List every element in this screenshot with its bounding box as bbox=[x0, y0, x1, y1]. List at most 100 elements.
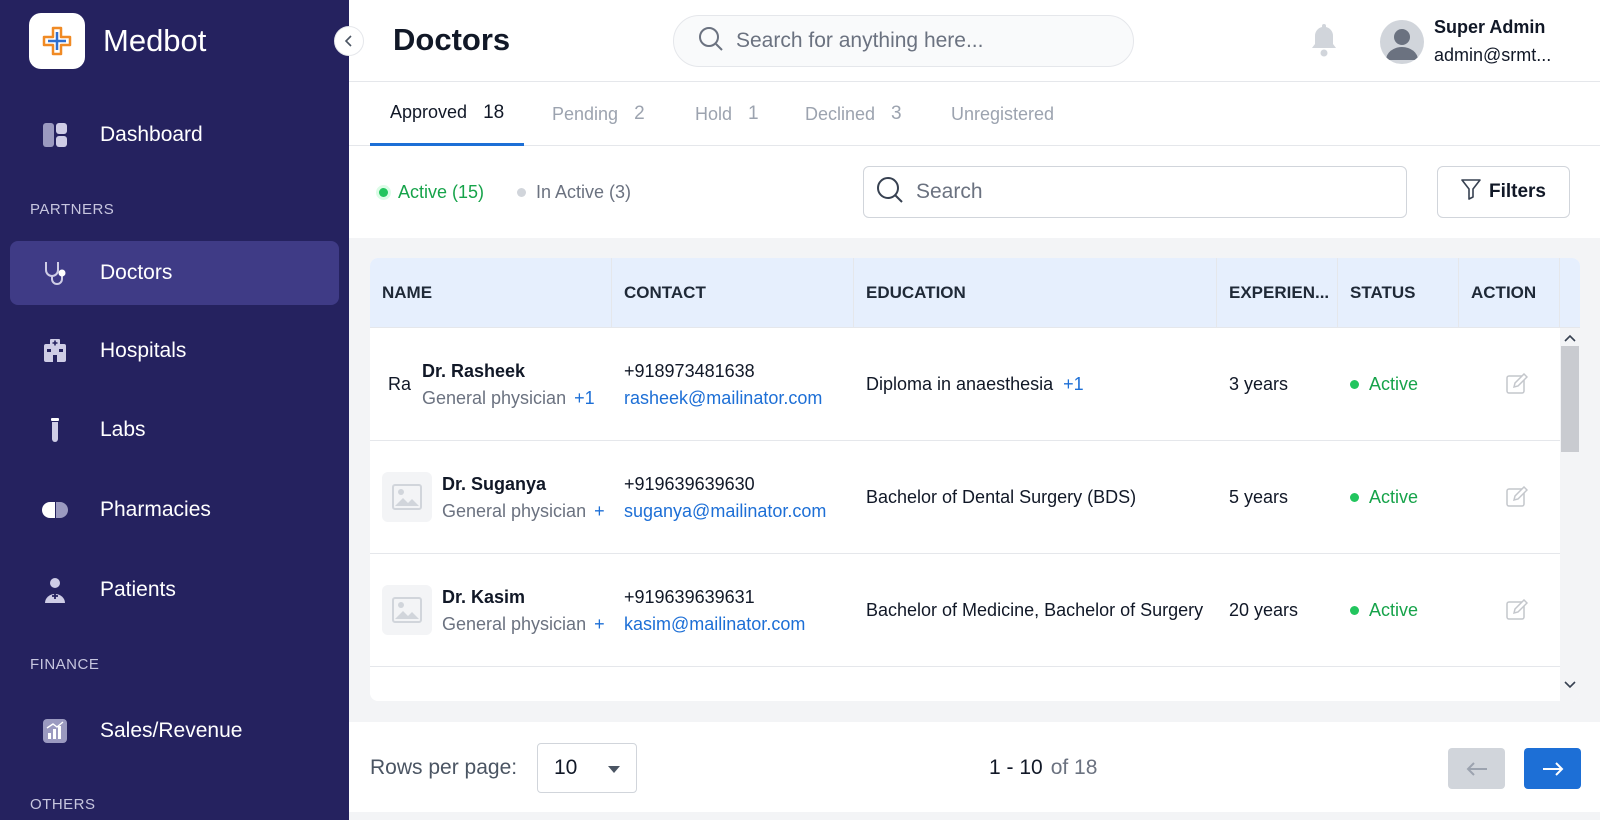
filter-funnel-icon bbox=[1461, 178, 1481, 206]
table-row[interactable]: Ra Dr. Rasheek General physician +1 +9189… bbox=[370, 328, 1560, 441]
section-partners: PARTNERS bbox=[30, 201, 115, 218]
active-filter[interactable]: Active (15) bbox=[379, 182, 484, 203]
tab-approved[interactable]: Approved 18 bbox=[370, 82, 525, 146]
filters-button[interactable]: Filters bbox=[1437, 166, 1570, 218]
tab-pending[interactable]: Pending 2 bbox=[552, 82, 645, 146]
sidebar-item-hospitals[interactable]: Hospitals bbox=[10, 319, 339, 383]
name-cell: Dr. Rasheek General physician +1 bbox=[410, 328, 612, 441]
table-row[interactable]: Dr. Kasim General physician + +9196396396… bbox=[370, 554, 1560, 667]
table-search[interactable] bbox=[863, 166, 1407, 218]
avatar[interactable] bbox=[1380, 20, 1424, 64]
tab-declined[interactable]: Declined 3 bbox=[805, 82, 902, 146]
sidebar-item-label: Pharmacies bbox=[100, 498, 211, 521]
doctor-phone: +918973481638 bbox=[624, 360, 755, 381]
patient-icon bbox=[40, 575, 70, 605]
active-dot-icon bbox=[379, 188, 388, 197]
search-icon bbox=[698, 26, 724, 57]
status-cell: Active bbox=[1338, 554, 1459, 667]
table-header: NAME CONTACT EDUCATION EXPERIEN... STATU… bbox=[370, 258, 1580, 328]
sidebar-item-sales-revenue[interactable]: Sales/Revenue bbox=[10, 699, 339, 763]
hospital-icon bbox=[40, 336, 70, 366]
doctor-email[interactable]: suganya@mailinator.com bbox=[624, 501, 854, 522]
inactive-dot-icon bbox=[517, 188, 526, 197]
specialty-text: General physician bbox=[442, 613, 587, 634]
sidebar-collapse-button[interactable] bbox=[334, 26, 364, 56]
education-text: Diploma in anaesthesia bbox=[866, 374, 1054, 394]
rows-per-page-label: Rows per page: bbox=[370, 756, 518, 779]
doctor-photo-placeholder-icon bbox=[382, 585, 432, 635]
name-cell: Dr. Kasim General physician + bbox=[430, 554, 612, 667]
sidebar-item-doctors[interactable]: Doctors bbox=[10, 241, 339, 305]
name-cell: Dr. Suganya General physician + bbox=[430, 441, 612, 554]
sidebar-item-label: Patients bbox=[100, 578, 176, 601]
table-row[interactable]: Dr. Suganya General physician + +91963963… bbox=[370, 441, 1560, 554]
user-email: admin@srmt... bbox=[1434, 45, 1552, 65]
edit-icon[interactable] bbox=[1506, 598, 1529, 626]
doctor-name[interactable]: Dr. Rasheek bbox=[422, 361, 612, 382]
bell-icon[interactable] bbox=[1309, 22, 1339, 63]
global-search[interactable] bbox=[673, 15, 1134, 67]
arrow-left-icon bbox=[1466, 761, 1487, 776]
doctor-specialty: General physician +1 bbox=[422, 388, 612, 409]
sidebar-item-pharmacies[interactable]: Pharmacies bbox=[10, 478, 339, 542]
education-cell: Bachelor of Medicine, Bachelor of Surger… bbox=[854, 554, 1217, 667]
specialty-text: General physician bbox=[422, 387, 567, 408]
status-badge: Active bbox=[1350, 374, 1459, 395]
chevron-down-icon[interactable] bbox=[1564, 677, 1576, 695]
column-header-status[interactable]: STATUS bbox=[1338, 258, 1459, 328]
doctor-email[interactable]: kasim@mailinator.com bbox=[624, 614, 854, 635]
status-badge: Active bbox=[1350, 600, 1459, 621]
status-tabs: Approved 18 Pending 2 Hold 1 Declined 3 … bbox=[349, 82, 1600, 146]
doctor-name[interactable]: Dr. Kasim bbox=[442, 587, 612, 608]
doctor-name[interactable]: Dr. Suganya bbox=[442, 474, 612, 495]
column-header-action[interactable]: ACTION bbox=[1459, 258, 1560, 328]
doctor-email[interactable]: rasheek@mailinator.com bbox=[624, 388, 854, 409]
next-page-button[interactable] bbox=[1524, 748, 1581, 789]
column-header-contact[interactable]: CONTACT bbox=[612, 258, 854, 328]
column-header-education[interactable]: EDUCATION bbox=[854, 258, 1217, 328]
sidebar-item-label: Hospitals bbox=[100, 339, 187, 362]
edit-icon[interactable] bbox=[1506, 485, 1529, 513]
status-dot-icon bbox=[1350, 606, 1359, 615]
table-scrollbar[interactable] bbox=[1560, 328, 1580, 701]
scrollbar-thumb[interactable] bbox=[1561, 346, 1579, 452]
dashboard-icon bbox=[40, 120, 70, 150]
page-range: 1 - 10 of 18 bbox=[989, 756, 1097, 780]
specialty-more[interactable]: + bbox=[594, 501, 605, 521]
table-search-input[interactable] bbox=[916, 180, 1376, 204]
page-title: Doctors bbox=[393, 22, 511, 57]
sidebar-item-label: Doctors bbox=[100, 261, 173, 284]
column-header-name[interactable]: NAME bbox=[370, 258, 612, 328]
tab-hold[interactable]: Hold 1 bbox=[695, 82, 759, 146]
pill-icon bbox=[40, 495, 70, 525]
tab-unregistered[interactable]: Unregistered bbox=[951, 82, 1054, 146]
chevron-left-icon bbox=[344, 35, 352, 47]
edit-icon[interactable] bbox=[1506, 372, 1529, 400]
education-text: Bachelor of Medicine, Bachelor of Surger… bbox=[866, 600, 1204, 620]
tab-label: Approved bbox=[390, 102, 468, 122]
contact-cell: +918973481638 rasheek@mailinator.com bbox=[612, 328, 854, 441]
rows-per-page-select[interactable]: 10 bbox=[537, 743, 637, 793]
contact-cell: +919639639631 kasim@mailinator.com bbox=[612, 554, 854, 667]
contact-cell: +919639639630 suganya@mailinator.com bbox=[612, 441, 854, 554]
inactive-filter[interactable]: In Active (3) bbox=[517, 182, 631, 203]
education-more[interactable]: +1 bbox=[1063, 374, 1084, 395]
sidebar-item-label: Labs bbox=[100, 418, 146, 441]
previous-page-button[interactable] bbox=[1448, 748, 1505, 789]
sidebar-item-patients[interactable]: Patients bbox=[10, 558, 339, 622]
user-name[interactable]: Super Admin bbox=[1434, 17, 1545, 38]
sidebar-item-dashboard[interactable]: Dashboard bbox=[10, 103, 339, 167]
status-badge: Active bbox=[1350, 487, 1459, 508]
status-text: Active bbox=[1369, 487, 1419, 507]
experience-text: 5 years bbox=[1229, 487, 1289, 507]
brand[interactable]: Medbot bbox=[29, 13, 206, 69]
doctor-specialty: General physician + bbox=[442, 501, 612, 522]
sidebar: Medbot Dashboard PARTNERS Doctors Hospit… bbox=[0, 0, 349, 820]
global-search-input[interactable] bbox=[736, 29, 1116, 53]
specialty-more[interactable]: +1 bbox=[574, 388, 595, 408]
sidebar-item-labs[interactable]: Labs bbox=[10, 398, 339, 462]
column-header-experience[interactable]: EXPERIEN... bbox=[1217, 258, 1338, 328]
search-icon bbox=[876, 176, 904, 209]
brand-name: Medbot bbox=[103, 23, 207, 58]
specialty-more[interactable]: + bbox=[594, 614, 605, 634]
